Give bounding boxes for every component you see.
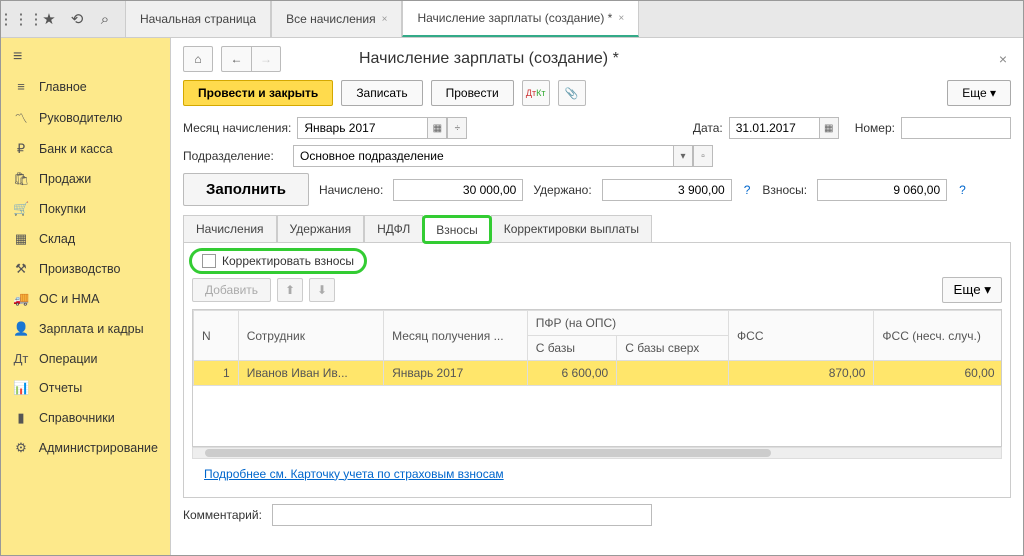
- sidebar-item-payroll[interactable]: 👤Зарплата и кадры: [1, 314, 170, 344]
- move-down-button: ⬇: [309, 278, 335, 302]
- forward-button[interactable]: →: [251, 46, 281, 72]
- number-label: Номер:: [855, 121, 895, 135]
- sidebar-item-main[interactable]: ≡Главное: [1, 72, 170, 101]
- ruble-icon: ₽: [13, 141, 29, 157]
- col-fss-ns: ФСС (несч. случ.): [874, 311, 1002, 361]
- col-n: N: [194, 311, 239, 361]
- checkbox-icon[interactable]: [202, 254, 216, 268]
- sidebar-item-assets[interactable]: 🚚ОС и НМА: [1, 284, 170, 314]
- close-icon[interactable]: ×: [618, 13, 624, 24]
- dtkt-icon: Дт: [13, 351, 29, 366]
- post-and-close-button[interactable]: Провести и закрыть: [183, 80, 333, 106]
- month-input[interactable]: [297, 117, 427, 139]
- dtkt-button[interactable]: ДтКт: [522, 80, 550, 106]
- truck-icon: 🚚: [13, 291, 29, 307]
- comment-label: Комментарий:: [183, 508, 262, 522]
- sidebar: ≡ ≡Главное 〽Руководителю ₽Банк и касса 🛍…: [1, 38, 171, 555]
- sidebar-item-admin[interactable]: ⚙Администрирование: [1, 433, 170, 463]
- subtab-contributions[interactable]: Взносы: [423, 216, 490, 243]
- dropdown-icon[interactable]: ▾: [673, 145, 693, 167]
- subtab-accruals[interactable]: Начисления: [183, 215, 277, 242]
- subtab-deductions[interactable]: Удержания: [277, 215, 365, 242]
- details-link[interactable]: Подробнее см. Карточку учета по страховы…: [204, 467, 504, 481]
- cart-icon: 🛒: [13, 201, 29, 217]
- search-icon[interactable]: ⌕: [95, 9, 115, 29]
- tools-icon: ⚒: [13, 261, 29, 277]
- open-icon[interactable]: ▫: [693, 145, 713, 167]
- date-label: Дата:: [693, 121, 723, 135]
- page-title: Начисление зарплаты (создание) *: [359, 50, 619, 68]
- division-label: Подразделение:: [183, 149, 287, 163]
- help-icon[interactable]: ?: [742, 183, 753, 197]
- apps-icon[interactable]: ⋮⋮⋮: [11, 9, 31, 29]
- sidebar-item-bank[interactable]: ₽Банк и касса: [1, 134, 170, 164]
- sidebar-item-manager[interactable]: 〽Руководителю: [1, 101, 170, 134]
- contributions-table: N Сотрудник Месяц получения ... ПФР (на …: [192, 309, 1002, 447]
- calendar-icon[interactable]: ▦: [819, 117, 839, 139]
- sidebar-item-purchases[interactable]: 🛒Покупки: [1, 194, 170, 224]
- col-employee: Сотрудник: [238, 311, 383, 361]
- star-icon[interactable]: ★: [39, 9, 59, 29]
- close-icon[interactable]: ×: [382, 14, 388, 25]
- correct-contributions-checkbox[interactable]: Корректировать взносы: [192, 251, 364, 271]
- gear-icon: ⚙: [13, 440, 29, 456]
- col-pfr: ПФР (на ОПС): [527, 311, 728, 336]
- help-icon[interactable]: ?: [957, 183, 968, 197]
- col-fss: ФСС: [729, 311, 874, 361]
- save-button[interactable]: Записать: [341, 80, 422, 106]
- person-icon: 👤: [13, 321, 29, 337]
- back-button[interactable]: ←: [221, 46, 251, 72]
- table-more-button[interactable]: Еще ▾: [942, 277, 1002, 303]
- sidebar-item-sales[interactable]: 🛍Продажи: [1, 164, 170, 194]
- attach-button[interactable]: 📎: [558, 80, 586, 106]
- number-input[interactable]: [901, 117, 1011, 139]
- bars-icon: 📊: [13, 380, 29, 396]
- post-button[interactable]: Провести: [431, 80, 514, 106]
- tab-payroll-create[interactable]: Начисление зарплаты (создание) *×: [402, 1, 639, 37]
- bag-icon: 🛍: [13, 171, 29, 187]
- boxes-icon: ▦: [13, 231, 29, 247]
- accrued-value[interactable]: [393, 179, 523, 201]
- comment-input[interactable]: [272, 504, 652, 526]
- col-pfr-over: С базы сверх: [617, 336, 729, 361]
- stepper-icon[interactable]: ÷: [447, 117, 467, 139]
- checkbox-label: Корректировать взносы: [222, 254, 354, 268]
- col-month: Месяц получения ...: [384, 311, 528, 361]
- sidebar-item-reports[interactable]: 📊Отчеты: [1, 373, 170, 403]
- month-label: Месяц начисления:: [183, 121, 291, 135]
- sidebar-item-warehouse[interactable]: ▦Склад: [1, 224, 170, 254]
- withheld-label: Удержано:: [533, 183, 591, 197]
- close-button[interactable]: ×: [995, 51, 1011, 67]
- table-row[interactable]: 1 Иванов Иван Ив... Январь 2017 6 600,00…: [194, 361, 1003, 386]
- contrib-label: Взносы:: [762, 183, 807, 197]
- contrib-value[interactable]: [817, 179, 947, 201]
- subtab-corrections[interactable]: Корректировки выплаты: [491, 215, 652, 242]
- home-button[interactable]: ⌂: [183, 46, 213, 72]
- sidebar-item-operations[interactable]: ДтОперации: [1, 344, 170, 373]
- history-icon[interactable]: ⟲: [67, 9, 87, 29]
- home-icon: ≡: [13, 79, 29, 94]
- withheld-value[interactable]: [602, 179, 732, 201]
- sidebar-item-catalogs[interactable]: ▮Справочники: [1, 403, 170, 433]
- top-bar: ⋮⋮⋮ ★ ⟲ ⌕ Начальная страница Все начисле…: [1, 1, 1023, 38]
- date-input[interactable]: [729, 117, 819, 139]
- tab-all-accruals[interactable]: Все начисления×: [271, 1, 402, 37]
- division-input[interactable]: [293, 145, 673, 167]
- menu-toggle-icon[interactable]: ≡: [1, 42, 170, 72]
- add-button: Добавить: [192, 278, 271, 302]
- chart-icon: 〽: [13, 108, 29, 127]
- book-icon: ▮: [13, 410, 29, 426]
- sidebar-item-production[interactable]: ⚒Производство: [1, 254, 170, 284]
- col-pfr-base: С базы: [527, 336, 616, 361]
- move-up-button: ⬆: [277, 278, 303, 302]
- tab-home[interactable]: Начальная страница: [125, 1, 271, 37]
- horizontal-scrollbar[interactable]: [192, 447, 1002, 459]
- accrued-label: Начислено:: [319, 183, 383, 197]
- fill-button[interactable]: Заполнить: [183, 173, 309, 206]
- calendar-icon[interactable]: ▦: [427, 117, 447, 139]
- subtab-ndfl[interactable]: НДФЛ: [364, 215, 423, 242]
- more-button[interactable]: Еще ▾: [947, 80, 1011, 106]
